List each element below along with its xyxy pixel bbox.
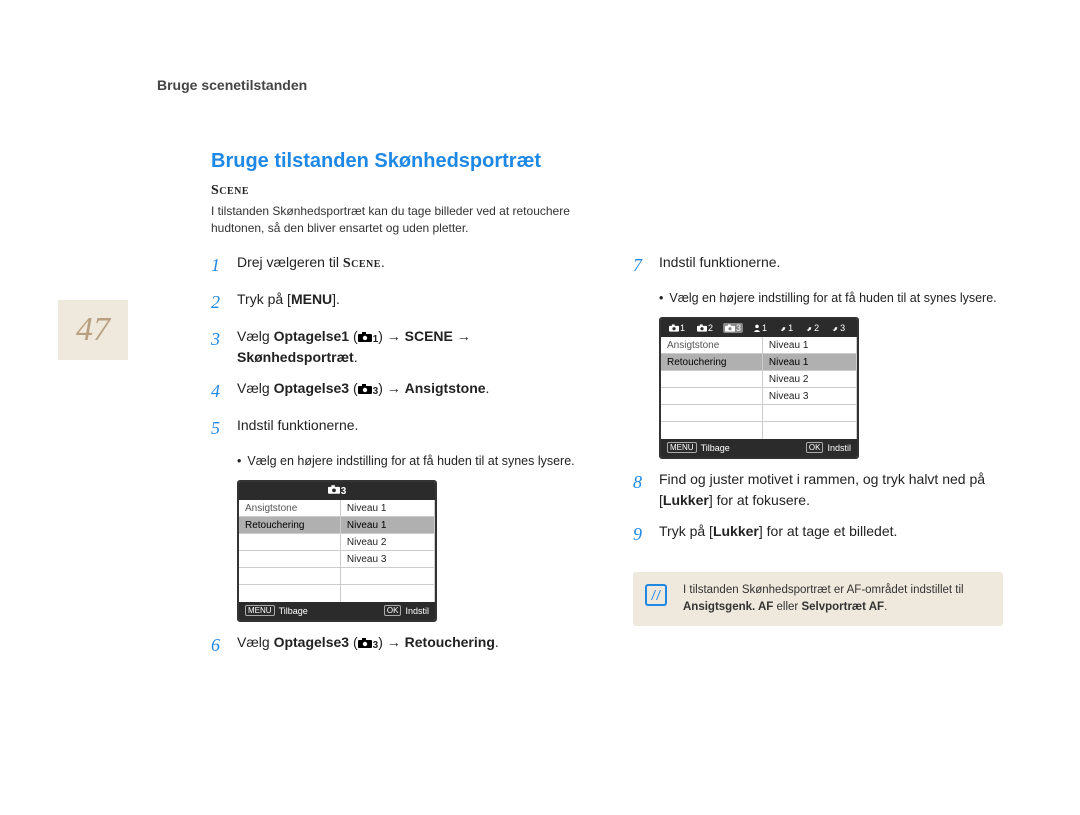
camera-icon: 3 [328,485,347,497]
set-label: Indstil [405,606,429,616]
lcd-row-value: Niveau 2 [341,534,435,551]
menu-key-label: MENU [291,291,332,307]
set-label: Indstil [827,443,851,453]
step-3: 3 Vælg Optagelse1 (1) → SCENE → Skønheds… [211,326,581,368]
lcd-tab: 2 [695,323,715,333]
step-7: 7 Indstil funktionerne. [633,252,1003,279]
lcd-tab: 3 [829,323,847,333]
step-number: 5 [211,415,225,442]
step-number: 4 [211,378,225,405]
camera-icon: 1 [358,332,379,347]
page-title: Bruge tilstanden Skønhedsportræt [211,150,1031,173]
back-label: Tilbage [279,606,308,616]
step-number: 8 [633,469,647,511]
lcd-row-value-selected: Niveau 1 [763,354,857,371]
step-number: 7 [633,252,647,279]
step-number: 2 [211,289,225,316]
lcd-bottom-bar: MENU Tilbage OKIndstil [239,602,435,620]
camera-icon: 3 [358,638,379,653]
section-header: Bruge scenetilstanden [157,77,307,93]
lcd-row-value: Niveau 1 [763,337,857,354]
lcd-row-value-selected: Niveau 1 [341,517,435,534]
lcd-row-value: Niveau 1 [341,500,435,517]
menu-keycap: MENU [667,442,697,453]
step-text: Drej vælgeren til [237,254,343,270]
lcd-row-label: Ansigtstone [239,500,341,517]
ok-keycap: OK [384,605,402,616]
step-2: 2 Tryk på [MENU]. [211,289,581,316]
step-4: 4 Vælg Optagelse3 (3) → Ansigtstone. [211,378,581,405]
lcd-row-label: Retouchering [661,354,763,371]
step-5-sub: •Vælg en højere indstilling for at få hu… [237,452,581,470]
step-6: 6 Vælg Optagelse3 (3) → Retouchering. [211,632,581,659]
lcd-tab: 2 [803,323,821,333]
right-column: 7 Indstil funktionerne. •Vælg en højere … [633,252,1003,669]
lcd-tab: 1 [751,323,769,333]
back-label: Tilbage [701,443,730,453]
lcd-tab: 1 [777,323,795,333]
page-number: 47 [58,300,128,360]
scene-inline-label: Scene [343,256,381,271]
content-area: Bruge tilstanden Skønhedsportræt Scene I… [211,150,1031,669]
step-1: 1 Drej vælgeren til Scene. [211,252,581,279]
scene-mode-label: Scene [211,183,1031,199]
camera-menu-screenshot-2: 1 2 3 1 1 2 3 Ansigtstone Niveau 1 Retou… [659,317,859,459]
shutter-key-label: Lukker [713,523,759,539]
step-number: 6 [211,632,225,659]
lcd-row-value: Niveau 2 [763,371,857,388]
lcd-row-value: Niveau 3 [341,551,435,568]
lcd-bottom-bar: MENU Tilbage OKIndstil [661,439,857,457]
step-number: 3 [211,326,225,368]
lcd-tab-bar: 1 2 3 1 1 2 3 [661,319,857,337]
ok-keycap: OK [806,442,824,453]
lcd-top-bar: 3 [239,482,435,500]
step-number: 9 [633,521,647,548]
step-number: 1 [211,252,225,279]
lcd-tab-active: 3 [723,323,743,333]
menu-keycap: MENU [245,605,275,616]
step-9: 9 Tryk på [Lukker] for at tage et billed… [633,521,1003,548]
intro-text: I tilstanden Skønhedsportræt kan du tage… [211,203,571,238]
lcd-tab: 1 [667,323,687,333]
lcd-row-value: Niveau 3 [763,388,857,405]
lcd-row-label: Retouchering [239,517,341,534]
shutter-key-label: Lukker [663,492,709,508]
step-7-sub: •Vælg en højere indstilling for at få hu… [659,289,1003,307]
left-column: 1 Drej vælgeren til Scene. 2 Tryk på [ME… [211,252,581,669]
camera-icon: 3 [358,384,379,399]
camera-menu-screenshot-1: 3 Ansigtstone Niveau 1 Retouchering Nive… [237,480,437,622]
lcd-row-label: Ansigtstone [661,337,763,354]
info-note: I tilstanden Skønhedsportræt er AF-områd… [633,572,1003,627]
info-icon [645,584,667,606]
step-5: 5 Indstil funktionerne. [211,415,581,442]
step-8: 8 Find og juster motivet i rammen, og tr… [633,469,1003,511]
